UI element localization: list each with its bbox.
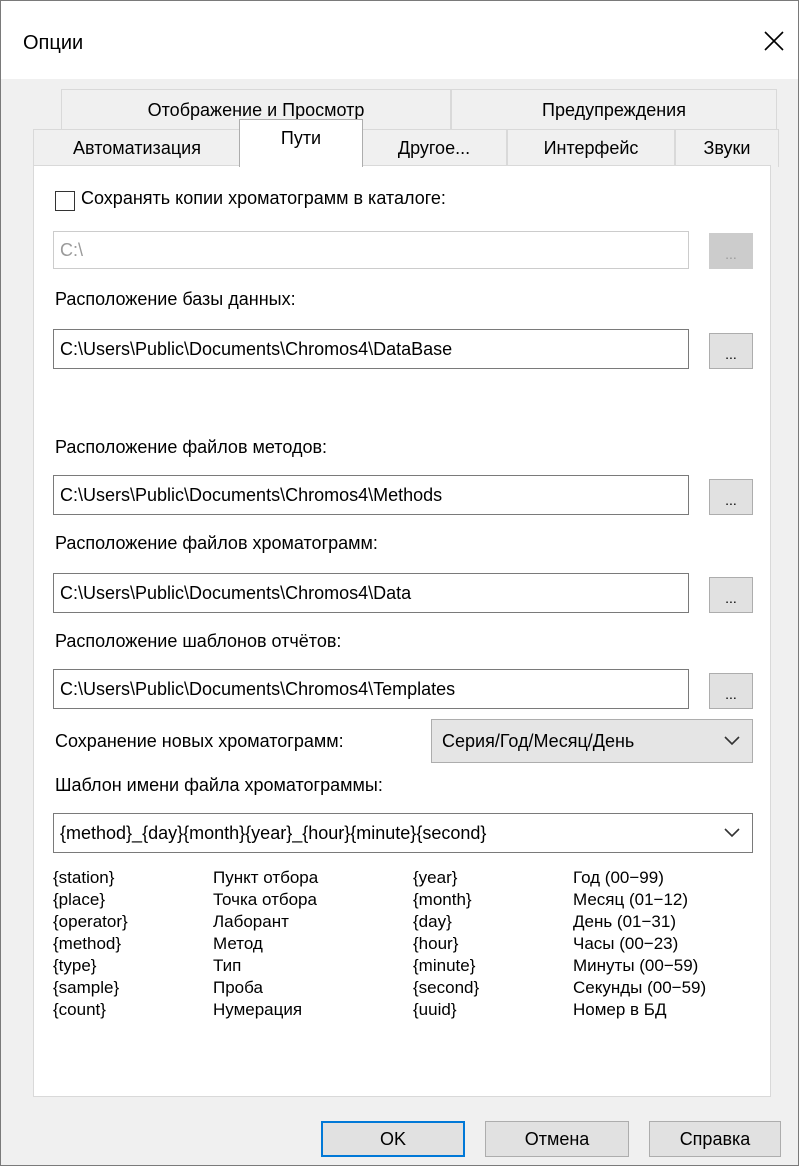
- close-icon[interactable]: [761, 28, 787, 54]
- legend-col1-desc: Пункт отбора Точка отбора Лаборант Метод…: [213, 867, 318, 1021]
- db-location-label: Расположение базы данных:: [55, 289, 296, 309]
- legend-desc: Год (00−99): [573, 868, 664, 887]
- cancel-button[interactable]: Отмена: [485, 1121, 629, 1157]
- legend-key: {month}: [413, 890, 472, 909]
- chrom-location-label: Расположение файлов хроматограмм:: [55, 533, 378, 553]
- save-new-dropdown[interactable]: Серия/Год/Месяц/День: [431, 719, 753, 763]
- legend-desc: Секунды (00−59): [573, 978, 707, 997]
- legend-key: {uuid}: [413, 1000, 457, 1019]
- legend-col2-desc: Год (00−99) Месяц (01−12) День (01−31) Ч…: [573, 867, 706, 1021]
- legend-desc: Пункт отбора: [213, 868, 319, 887]
- legend-key: {method}: [53, 934, 122, 953]
- methods-location-label: Расположение файлов методов:: [55, 437, 328, 457]
- save-new-value: Серия/Год/Месяц/День: [442, 730, 635, 751]
- legend-key: {sample}: [53, 978, 120, 997]
- legend-desc: Точка отбора: [213, 890, 317, 909]
- tab-warnings[interactable]: Предупреждения: [451, 89, 777, 131]
- save-new-label: Сохранение новых хроматограмм:: [55, 731, 344, 751]
- copy-dir-browse-button: ...: [709, 233, 753, 269]
- legend-key: {second}: [413, 978, 480, 997]
- chrom-location-field[interactable]: C:\Users\Public\Documents\Chromos4\Data: [53, 573, 689, 613]
- legend-key: {minute}: [413, 956, 476, 975]
- copy-dir-field: C:\: [53, 231, 689, 269]
- methods-location-field[interactable]: C:\Users\Public\Documents\Chromos4\Metho…: [53, 475, 689, 515]
- legend-key: {place}: [53, 890, 105, 909]
- options-dialog: Опции Отображение и Просмотр Предупрежде…: [0, 0, 799, 1166]
- legend-desc: Номер в БД: [573, 1000, 667, 1019]
- templates-location-label: Расположение шаблонов отчётов:: [55, 631, 342, 651]
- tab-other[interactable]: Другое...: [361, 129, 507, 167]
- filename-template-label: Шаблон имени файла хроматограммы:: [55, 775, 383, 795]
- methods-location-browse-button[interactable]: ...: [709, 479, 753, 515]
- copy-chromatograms-checkbox[interactable]: [55, 191, 75, 211]
- legend-desc: Месяц (01−12): [573, 890, 689, 909]
- legend-desc: Тип: [213, 956, 242, 975]
- db-location-field[interactable]: C:\Users\Public\Documents\Chromos4\DataB…: [53, 329, 689, 369]
- templates-location-field[interactable]: C:\Users\Public\Documents\Chromos4\Templ…: [53, 669, 689, 709]
- legend-desc: Нумерация: [213, 1000, 303, 1019]
- tab-automation[interactable]: Автоматизация: [33, 129, 241, 167]
- legend-key: {type}: [53, 956, 97, 975]
- legend-key: {day}: [413, 912, 452, 931]
- templates-location-browse-button[interactable]: ...: [709, 673, 753, 709]
- legend-desc: Часы (00−23): [573, 934, 679, 953]
- tab-paths[interactable]: Пути: [239, 119, 363, 167]
- legend-desc: Лаборант: [213, 912, 289, 931]
- window-title: Опции: [23, 32, 84, 54]
- legend-desc: Проба: [213, 978, 263, 997]
- copy-chromatograms-label: Сохранять копии хроматограмм в каталоге:: [81, 188, 446, 208]
- help-button[interactable]: Справка: [649, 1121, 781, 1157]
- legend-key: {year}: [413, 868, 458, 887]
- legend-desc: День (01−31): [573, 912, 677, 931]
- legend-col2-keys: {year} {month} {day} {hour} {minute} {se…: [413, 867, 479, 1021]
- ok-button[interactable]: OK: [321, 1121, 465, 1157]
- legend-key: {count}: [53, 1000, 106, 1019]
- chrom-location-browse-button[interactable]: ...: [709, 577, 753, 613]
- db-location-browse-button[interactable]: ...: [709, 333, 753, 369]
- chevron-down-icon: [724, 736, 740, 746]
- filename-template-combobox[interactable]: {method}_{day}{month}{year}_{hour}{minut…: [53, 813, 753, 853]
- legend-desc: Метод: [213, 934, 263, 953]
- filename-template-value: {method}_{day}{month}{year}_{hour}{minut…: [60, 822, 487, 843]
- legend-key: {operator}: [53, 912, 128, 931]
- legend-key: {station}: [53, 868, 115, 887]
- tab-interface[interactable]: Интерфейс: [507, 129, 675, 167]
- legend-col1-keys: {station} {place} {operator} {method} {t…: [53, 867, 128, 1021]
- legend-key: {hour}: [413, 934, 459, 953]
- tab-sounds[interactable]: Звуки: [675, 129, 779, 167]
- title-bar: Опции: [1, 1, 798, 79]
- legend-desc: Минуты (00−59): [573, 956, 699, 975]
- chevron-down-icon[interactable]: [724, 828, 740, 838]
